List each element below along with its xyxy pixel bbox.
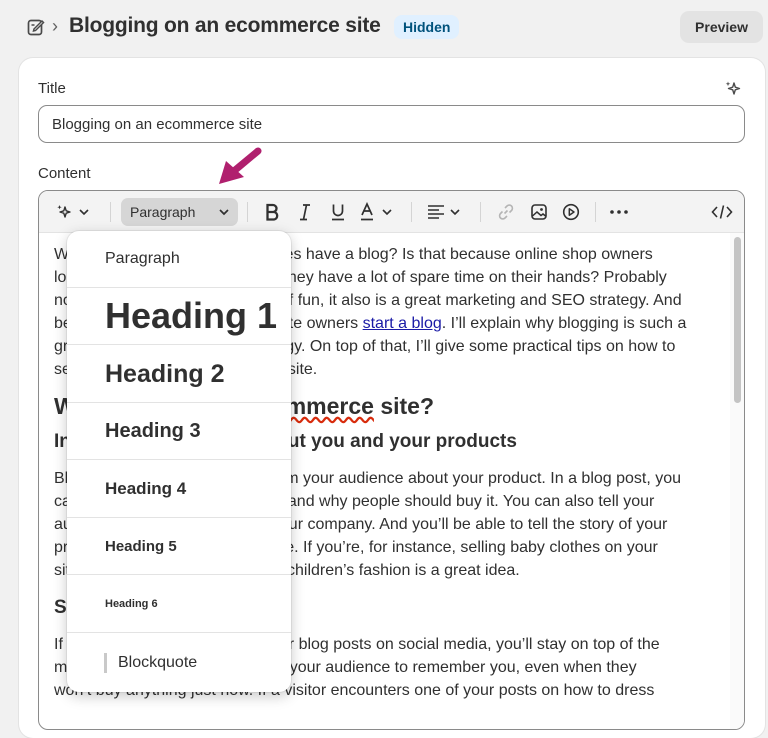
block-format-value: Paragraph [130,204,196,220]
menu-item-heading-6[interactable]: Heading 6 [67,576,291,633]
bold-icon [266,203,279,221]
video-button[interactable] [558,199,584,225]
toolbar-divider [480,202,481,222]
blockquote-bar [104,652,107,673]
menu-item-heading-1[interactable]: Heading 1 [67,288,291,345]
image-button[interactable] [526,199,552,225]
menu-item-heading-2[interactable]: Heading 2 [67,346,291,403]
chevron-down-icon [218,198,230,235]
align-button[interactable] [425,199,465,225]
bold-button[interactable] [259,199,285,225]
status-badge: Hidden [394,15,460,39]
page-header: › Blogging on an ecommerce site Hidden P… [0,0,768,56]
text-color-icon [361,202,392,221]
italic-button[interactable] [292,199,318,225]
toolbar-divider [247,202,248,222]
more-button[interactable] [606,199,632,225]
menu-item-blockquote[interactable]: Blockquote [67,634,291,691]
scrollbar-thumb[interactable] [734,237,741,403]
underline-icon [332,204,344,221]
ai-sparkle-icon [57,205,89,218]
title-input[interactable] [38,105,745,143]
content-label: Content [38,165,91,182]
html-icon [711,205,733,219]
text-color-button[interactable] [359,199,397,225]
image-icon [531,204,547,220]
menu-item-heading-3[interactable]: Heading 3 [67,403,291,460]
edit-page-icon [27,19,45,36]
breadcrumb-separator: › [52,16,58,36]
preview-button[interactable]: Preview [680,11,763,43]
title-label: Title [38,80,66,97]
block-format-menu: Paragraph Heading 1 Heading 2 Heading 3 … [67,231,291,692]
menu-item-label: Blockquote [118,653,198,671]
align-icon [428,205,460,219]
menu-item-heading-5[interactable]: Heading 5 [67,518,291,575]
video-icon [562,203,580,221]
italic-icon [300,204,310,221]
editor-toolbar: Paragraph [39,191,744,233]
more-icon [610,210,628,214]
page-title: Blogging on an ecommerce site [69,14,381,37]
link-button[interactable] [493,199,519,225]
block-format-select[interactable]: Paragraph [121,198,238,226]
annotation-arrow-icon [219,147,262,184]
toolbar-divider [411,202,412,222]
ai-generate-button[interactable] [51,199,95,225]
toolbar-divider [595,202,596,222]
editor-scrollbar[interactable] [730,233,744,729]
link-icon [498,204,514,220]
underline-button[interactable] [325,199,351,225]
start-a-blog-link[interactable]: start a blog [363,315,442,332]
html-button[interactable] [708,199,736,225]
ai-sparkle-icon[interactable] [724,80,742,98]
toolbar-divider [110,202,111,222]
spelling-error: mmerce [285,393,374,419]
menu-item-paragraph[interactable]: Paragraph [67,231,291,288]
menu-item-heading-4[interactable]: Heading 4 [67,461,291,518]
